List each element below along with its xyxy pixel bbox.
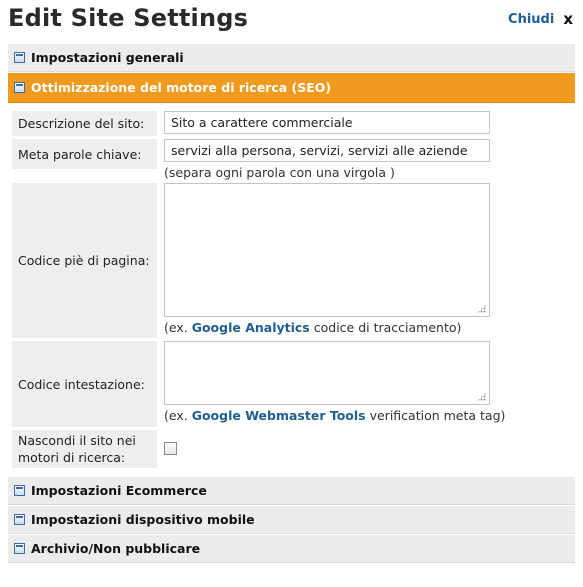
header-code-label: Codice intestazione:	[12, 341, 157, 427]
section-window-icon	[14, 82, 25, 93]
section-ecommerce[interactable]: Impostazioni Ecommerce	[8, 476, 575, 505]
header-code-hint: (ex. Google Webmaster Tools verification…	[164, 408, 505, 423]
description-label: Descrizione del sito:	[12, 111, 157, 136]
page-title: Edit Site Settings	[8, 4, 249, 32]
header-code-textarea[interactable]	[164, 341, 490, 405]
footer-code-label: Codice piè di pagina:	[12, 183, 157, 338]
section-ecommerce-label: Impostazioni Ecommerce	[31, 483, 207, 498]
section-window-icon	[14, 543, 25, 554]
form-row-hide-site: Nascondi il sito nei motori di ricerca:	[12, 430, 575, 468]
section-window-icon	[14, 52, 25, 63]
close-control[interactable]: Chiudi x	[508, 12, 573, 28]
hide-site-label: Nascondi il sito nei motori di ricerca:	[12, 430, 157, 468]
section-general-label: Impostazioni generali	[31, 50, 184, 65]
google-webmaster-tools-link[interactable]: Google Webmaster Tools	[192, 408, 366, 423]
description-input[interactable]	[164, 111, 490, 134]
section-seo-label: Ottimizzazione del motore di ricerca (SE…	[31, 80, 332, 95]
footer-hint-prefix: (ex.	[164, 320, 188, 335]
header-hint-suffix: verification meta tag)	[369, 408, 506, 423]
header-hint-prefix: (ex.	[164, 408, 188, 423]
section-mobile-label: Impostazioni dispositivo mobile	[31, 512, 255, 527]
resize-grip-icon[interactable]	[477, 304, 486, 313]
close-icon[interactable]: x	[563, 12, 573, 27]
keywords-hint: (separa ogni parola con una virgola )	[164, 165, 395, 180]
google-analytics-link[interactable]: Google Analytics	[192, 320, 310, 335]
section-archive[interactable]: Archivio/Non pubblicare	[8, 534, 575, 563]
form-row-footer-code: Codice piè di pagina: (ex. Google Analyt…	[12, 183, 575, 338]
hide-site-checkbox[interactable]	[164, 442, 177, 455]
section-window-icon	[14, 485, 25, 496]
section-seo[interactable]: Ottimizzazione del motore di ricerca (SE…	[8, 72, 575, 103]
keywords-input[interactable]	[164, 139, 490, 162]
close-link[interactable]: Chiudi	[508, 12, 554, 27]
section-archive-label: Archivio/Non pubblicare	[31, 541, 201, 556]
resize-grip-icon[interactable]	[477, 392, 486, 401]
footer-code-hint: (ex. Google Analytics codice di tracciam…	[164, 320, 490, 335]
footer-hint-suffix: codice di tracciamento)	[313, 320, 462, 335]
keywords-label: Meta parole chiave:	[12, 139, 157, 169]
section-mobile[interactable]: Impostazioni dispositivo mobile	[8, 505, 575, 534]
form-row-header-code: Codice intestazione: (ex. Google Webmast…	[12, 341, 575, 427]
form-row-description: Descrizione del sito:	[12, 111, 575, 136]
section-window-icon	[14, 514, 25, 525]
footer-code-textarea[interactable]	[164, 183, 490, 317]
dialog-header: Edit Site Settings Chiudi x	[0, 0, 583, 43]
section-general[interactable]: Impostazioni generali	[8, 43, 575, 72]
seo-form: Descrizione del sito: Meta parole chiave…	[12, 111, 575, 468]
form-row-keywords: Meta parole chiave: (separa ogni parola …	[12, 139, 575, 180]
